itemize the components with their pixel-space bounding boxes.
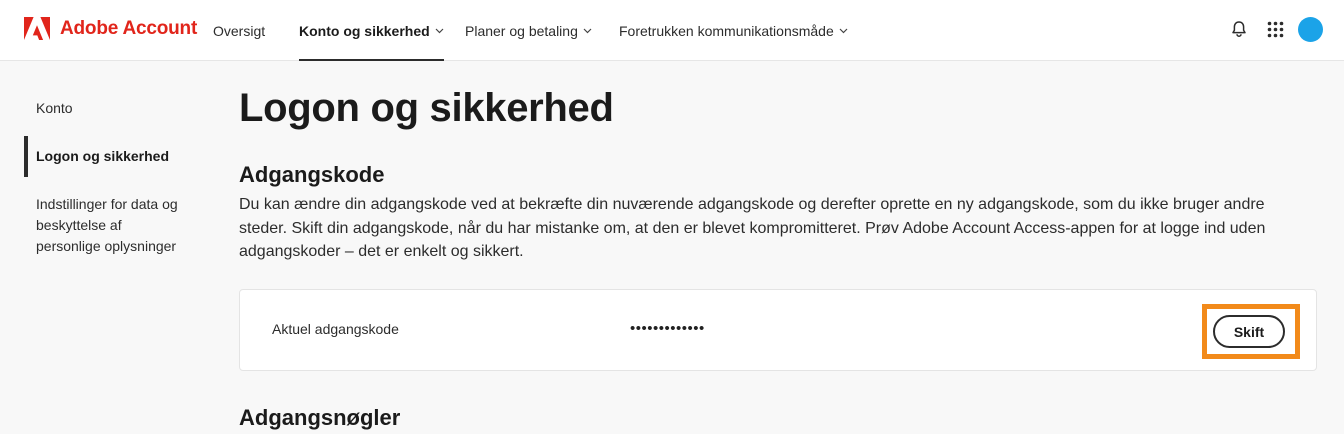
top-navigation-bar: Adobe Account Oversigt Konto og sikkerhe… (0, 0, 1344, 61)
adobe-account-logo[interactable]: Adobe Account (24, 17, 197, 40)
nav-item-label: Oversigt (213, 22, 266, 39)
nav-item-communication-preferences[interactable]: Foretrukken kommunikationsmåde (619, 0, 848, 61)
nav-item-label: Konto og sikkerhed (299, 22, 430, 39)
sidebar-item-data-privacy[interactable]: Indstillinger for data og beskyttelse af… (24, 194, 184, 257)
sidebar: Konto Logon og sikkerhed Indstillinger f… (24, 86, 204, 257)
chevron-down-icon (839, 28, 848, 33)
sidebar-item-label: Konto (36, 100, 73, 116)
nav-item-label: Planer og betaling (465, 22, 578, 39)
password-section-title: Adgangskode (239, 162, 385, 187)
sidebar-item-label: Logon og sikkerhed (36, 148, 170, 164)
page-title: Logon og sikkerhed (239, 86, 614, 130)
chevron-down-icon (435, 28, 444, 33)
brand-name: Adobe Account (60, 17, 198, 39)
adobe-logo-icon (24, 17, 50, 40)
chevron-down-icon (583, 28, 592, 33)
nav-item-label: Foretrukken kommunikationsmåde (619, 22, 834, 39)
password-description: Du kan ændre din adgangskode ved at bekr… (239, 196, 1266, 260)
main-content: Logon og sikkerhed Adgangskode Du kan æn… (239, 80, 1317, 430)
password-card: Aktuel adgangskode ••••••••••••• Skift (239, 289, 1317, 371)
avatar[interactable] (1298, 17, 1323, 42)
apps-grid-icon[interactable] (1264, 18, 1286, 40)
current-password-value: ••••••••••••• (630, 320, 705, 337)
current-password-label: Aktuel adgangskode (272, 321, 399, 337)
sidebar-item-label: Indstillinger for data og beskyttelse af… (36, 196, 178, 254)
change-password-button[interactable]: Skift (1213, 315, 1285, 348)
nav-item-overview[interactable]: Oversigt (213, 0, 265, 61)
passkeys-section-title: Adgangsnøgler (239, 405, 401, 430)
nav-item-plans-billing[interactable]: Planer og betaling (465, 0, 592, 61)
sidebar-item-logon-security[interactable]: Logon og sikkerhed (24, 136, 204, 177)
sidebar-item-account[interactable]: Konto (24, 98, 204, 119)
nav-item-account-security[interactable]: Konto og sikkerhed (299, 0, 444, 61)
bell-icon[interactable] (1228, 18, 1250, 40)
